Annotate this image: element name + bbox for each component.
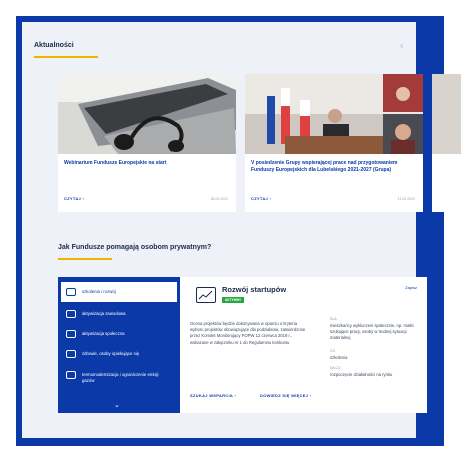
for-label: DLA bbox=[330, 317, 337, 321]
people-icon bbox=[66, 330, 76, 338]
program-description: Ocena projektów będzie dokonywana w opar… bbox=[190, 321, 306, 345]
health-icon bbox=[66, 350, 76, 358]
house-icon bbox=[66, 371, 76, 379]
news-card[interactable]: V posiedzenie Grupy wspierającej prace n… bbox=[245, 74, 423, 212]
menu-item-label: termomodernizacja i ograniczenie emisji … bbox=[82, 372, 159, 383]
news-card[interactable]: Webinarium Fundusze Europejskie na start… bbox=[58, 74, 236, 212]
status-badge: AKTYWNY bbox=[222, 297, 245, 303]
menu-item-label: zdrowie, osoby opiekujące się bbox=[82, 351, 140, 356]
menu-item-professional[interactable]: aktywizacja zawodowa bbox=[58, 304, 180, 324]
what-value: szkolenia bbox=[330, 355, 348, 360]
menu-item-health[interactable]: zdrowie, osoby opiekujące się bbox=[58, 344, 180, 364]
news-card-date: 11.03.2022 bbox=[397, 197, 415, 201]
menu-item-label: aktywizacja społeczna bbox=[82, 331, 125, 336]
carousel-next-button[interactable]: › bbox=[417, 40, 421, 52]
program-detail-card: Rozwój startupów AKTYWNY Zapisz Ocena pr… bbox=[180, 277, 427, 413]
menu-item-thermo[interactable]: termomodernizacja i ograniczenie emisji … bbox=[58, 365, 180, 389]
news-image bbox=[432, 74, 461, 154]
read-more-link[interactable]: CZYTAJ › bbox=[64, 196, 84, 201]
news-heading: Aktualności bbox=[34, 42, 74, 49]
learn-more-link[interactable]: DOWIEDZ SIĘ WIĘCEJ › bbox=[260, 393, 311, 398]
menu-item-social[interactable]: aktywizacja społeczna bbox=[58, 324, 180, 344]
briefcase-icon bbox=[66, 310, 76, 318]
for-what-value: rozpoczęcie działalności na rynku bbox=[330, 372, 393, 377]
read-more-link[interactable]: CZYTAJ › bbox=[251, 196, 271, 201]
menu-item-label: szkolenia i rozwój bbox=[82, 289, 116, 294]
news-card-title[interactable]: V posiedzenie Grupy wspierającej prace n… bbox=[251, 160, 421, 173]
training-icon bbox=[66, 288, 76, 296]
news-card-date: 28.03.2022 bbox=[210, 197, 228, 201]
news-image-laptop-headset bbox=[58, 74, 236, 154]
news-card-title[interactable]: Webinarium Fundusze Europejskie na start bbox=[64, 160, 234, 167]
save-button[interactable]: Zapisz bbox=[405, 285, 417, 290]
category-menu: szkolenia i rozwój aktywizacja zawodowa … bbox=[58, 277, 180, 413]
startup-chart-icon bbox=[196, 287, 216, 303]
news-image-meeting bbox=[245, 74, 423, 154]
carousel-prev-button[interactable]: ‹ bbox=[400, 40, 404, 52]
chevron-down-icon[interactable]: ⌄ bbox=[114, 401, 120, 409]
program-title: Rozwój startupów bbox=[222, 285, 287, 294]
find-support-link[interactable]: SZUKAJ WSPARCIA › bbox=[190, 393, 236, 398]
news-card-partial[interactable] bbox=[432, 74, 461, 212]
what-label: CO bbox=[330, 349, 336, 353]
help-heading: Jak Fundusze pomagają osobom prywatnym? bbox=[58, 244, 212, 251]
heading-underline bbox=[34, 56, 98, 58]
for-what-label: NA CO bbox=[330, 366, 341, 370]
for-value: mieszkańcy wykluczeni społecznie, np. ma… bbox=[330, 323, 414, 340]
menu-item-label: aktywizacja zawodowa bbox=[82, 311, 126, 316]
heading-underline bbox=[58, 258, 112, 260]
menu-item-training[interactable]: szkolenia i rozwój bbox=[61, 282, 177, 302]
